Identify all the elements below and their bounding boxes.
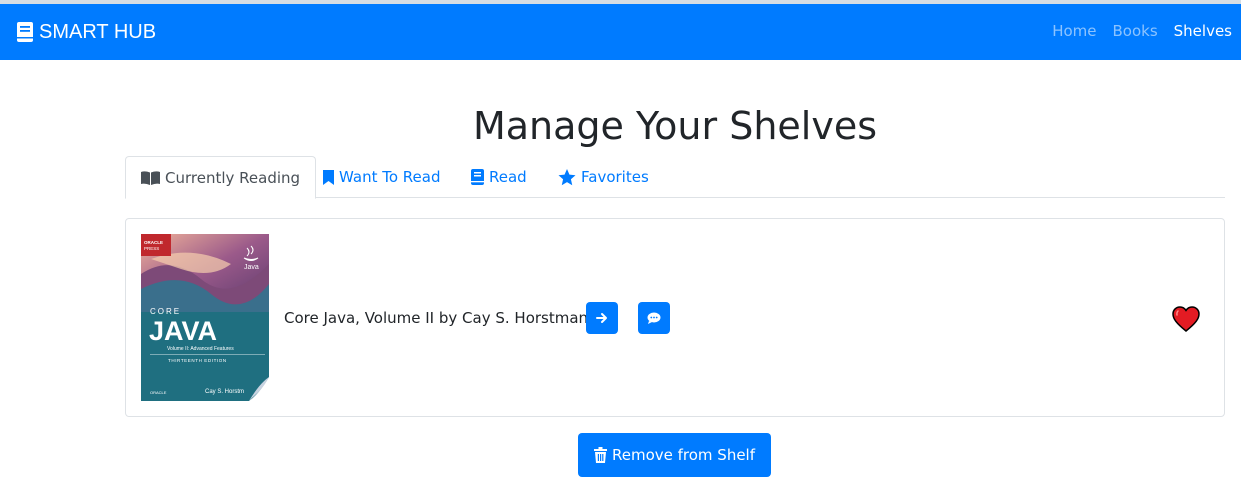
book-cover-image[interactable]: ORACLE PRESS Java CORE JAVA Volume II: A… <box>141 234 269 401</box>
cover-author: Cay S. Horstm <box>205 389 244 395</box>
cover-publisher: ORACLE <box>150 390 167 395</box>
arrow-right-icon <box>596 313 607 323</box>
book-open-icon <box>141 170 160 185</box>
shelf-tabs: Currently Reading Want To Read Read Favo… <box>125 156 1225 199</box>
nav-links: Home Books Shelves <box>1036 22 1232 40</box>
brand-logo[interactable]: SMART HUB <box>16 20 156 44</box>
tab-label: Read <box>489 168 527 186</box>
tab-label: Currently Reading <box>165 168 301 187</box>
remove-from-shelf-button[interactable]: Remove from Shelf <box>578 433 771 477</box>
tab-favorites[interactable]: Favorites <box>558 156 649 198</box>
tab-label: Want To Read <box>339 168 441 186</box>
book-entry-text: Core Java, Volume II by Cay S. Horstmann <box>284 309 598 327</box>
cover-publisher-badge: ORACLE <box>144 240 163 245</box>
cover-edition: THIRTEENTH EDITION <box>168 358 227 363</box>
page-title: Manage Your Shelves <box>472 104 878 148</box>
tab-want-to-read[interactable]: Want To Read <box>323 156 440 198</box>
book-icon <box>471 169 484 185</box>
cover-series: CORE <box>150 307 181 316</box>
book-card: ORACLE PRESS Java CORE JAVA Volume II: A… <box>125 218 1225 417</box>
comment-button[interactable] <box>638 302 670 334</box>
tab-read[interactable]: Read <box>471 156 527 198</box>
svg-text:PRESS: PRESS <box>144 246 159 251</box>
tab-label: Favorites <box>581 168 649 186</box>
tab-currently-reading[interactable]: Currently Reading <box>125 156 317 199</box>
open-book-button[interactable] <box>586 302 618 334</box>
heart-icon[interactable] <box>1172 306 1200 332</box>
trash-icon <box>593 447 607 463</box>
bookmark-icon <box>323 169 334 185</box>
cover-title: JAVA <box>149 316 217 346</box>
navbar: SMART HUB Home Books Shelves <box>0 4 1241 60</box>
book-icon <box>17 22 33 42</box>
star-icon <box>558 168 576 185</box>
svg-text:Java: Java <box>244 264 259 271</box>
comment-icon <box>647 312 661 324</box>
cover-subtitle: Volume II: Advanced Features <box>167 346 234 352</box>
nav-link-shelves[interactable]: Shelves <box>1174 22 1232 40</box>
nav-link-home[interactable]: Home <box>1052 22 1096 40</box>
nav-link-books[interactable]: Books <box>1112 22 1157 40</box>
brand-name: SMART HUB <box>39 20 157 43</box>
book-cover-art: ORACLE PRESS Java CORE JAVA Volume II: A… <box>141 234 269 401</box>
remove-button-label: Remove from Shelf <box>611 446 756 464</box>
